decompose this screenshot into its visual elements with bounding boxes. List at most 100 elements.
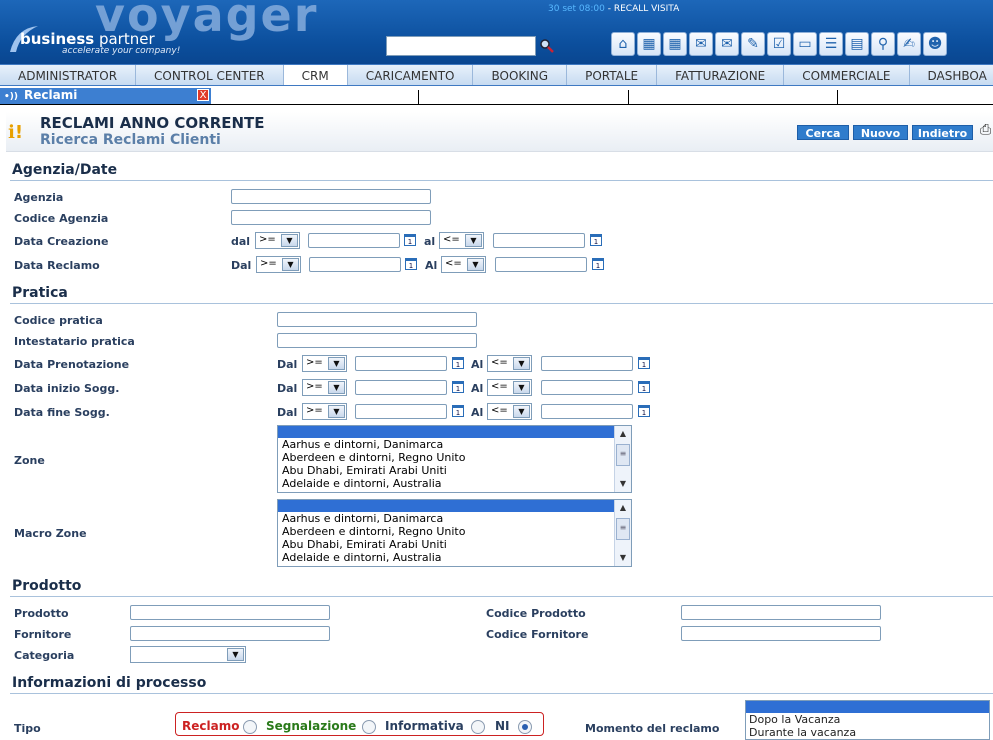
codice-pratica-input[interactable] [277,312,477,327]
data-inizio-to-input[interactable] [541,380,633,395]
data-prenotazione-from-input[interactable] [355,356,447,371]
codice-fornitore-input[interactable] [681,626,881,641]
chevron-down-icon: ▼ [513,405,530,418]
section-divider [10,180,993,181]
nav-fatturazione[interactable]: FATTURAZIONE [657,65,785,85]
listbox-selected-row[interactable] [278,426,631,438]
fornitore-input[interactable] [130,626,330,641]
radio-segnalazione[interactable] [362,720,376,734]
reminder-clock[interactable]: 30 set 08:00 - RECALL VISITA [548,4,679,14]
scroll-down-icon: ▼ [619,479,627,488]
cerca-button[interactable]: Cerca [797,125,849,140]
calendar-icon[interactable]: 1 [638,357,650,369]
data-reclamo-from-input[interactable] [309,257,401,272]
nav-dashboard[interactable]: DASHBOA [910,65,993,85]
calendar-icon[interactable]: 1 [452,405,464,417]
data-inizio-from-input[interactable] [355,380,447,395]
data-prenotazione-to-input[interactable] [541,356,633,371]
printer-icon[interactable]: ⎙ [980,122,993,140]
data-creazione-from-input[interactable] [308,233,400,248]
nav-crm[interactable]: CRM [283,65,348,85]
momento-listbox[interactable]: Dopo la Vacanza Durante la vacanza [745,700,990,740]
nav-booking[interactable]: BOOKING [473,65,568,85]
card-icon[interactable]: ▭ [793,32,817,56]
categoria-select[interactable]: ▼ [130,646,246,663]
chevron-down-icon: ▼ [467,258,484,271]
macro-zone-listbox[interactable]: Aarhus e dintorni, Danimarca Aberdeen e … [277,499,632,567]
tab-label: Reclami [23,88,78,102]
listbox-selected-row[interactable] [746,701,989,713]
scrollbar[interactable]: ▲ ≡ ▼ [614,426,631,492]
radio-label-reclamo: Reclamo [182,719,240,733]
data-reclamo-from-operator[interactable]: >= ▼ [256,256,301,273]
nav-portale[interactable]: PORTALE [567,65,658,85]
data-prenotazione-from-operator[interactable]: >= ▼ [302,355,347,372]
nav-caricamento[interactable]: CARICAMENTO [348,65,474,85]
listbox-selected-row[interactable] [278,500,631,512]
calendar-icon[interactable]: 1 [638,381,650,393]
pen-icon[interactable]: ✎ [741,32,765,56]
search-icon[interactable]: ⚲ [871,32,895,56]
codice-prodotto-input[interactable] [681,605,881,620]
calendar-icon[interactable]: 1 [590,234,602,246]
scroll-up-icon: ▲ [619,503,627,512]
data-fine-from-operator[interactable]: >= ▼ [302,403,347,420]
nav-administrator[interactable]: ADMINISTRATOR [0,65,137,85]
home-icon[interactable]: ⌂ [611,32,635,56]
list-item[interactable]: Abu Dhabi, Emirati Arabi Uniti [278,538,631,551]
checklist-icon[interactable]: ☑ [767,32,791,56]
calendar-icon[interactable]: 1 [638,405,650,417]
tab-close-icon[interactable]: X [197,89,209,101]
data-creazione-to-input[interactable] [493,233,585,248]
list-item[interactable]: Aarhus e dintorni, Danimarca [278,512,631,525]
search-go-icon[interactable] [539,38,555,54]
data-fine-to-input[interactable] [541,404,633,419]
nav-control-center[interactable]: CONTROL CENTER [136,65,284,85]
data-creazione-to-operator[interactable]: <= ▼ [439,232,484,249]
global-search-input[interactable] [386,36,536,56]
data-reclamo-to-operator[interactable]: <= ▼ [441,256,486,273]
calendar-add-icon[interactable]: ▦ [663,32,687,56]
mail-down-icon[interactable]: ✉ [715,32,739,56]
list-item[interactable]: Adelaide e dintorni, Australia [278,477,631,490]
list-icon[interactable]: ☰ [819,32,843,56]
data-inizio-from-operator[interactable]: >= ▼ [302,379,347,396]
data-fine-to-operator[interactable]: <= ▼ [487,403,532,420]
tab-strip: •)) Reclami X [0,88,993,105]
data-reclamo-to-input[interactable] [495,257,587,272]
indietro-button[interactable]: Indietro [912,125,973,140]
data-creazione-from-operator[interactable]: >= ▼ [255,232,300,249]
zone-listbox[interactable]: Aarhus e dintorni, Danimarca Aberdeen e … [277,425,632,493]
radio-reclamo[interactable] [243,720,257,734]
data-fine-from-input[interactable] [355,404,447,419]
radio-ni[interactable] [518,720,532,734]
nav-commerciale[interactable]: COMMERCIALE [784,65,910,85]
list-item[interactable]: Adelaide e dintorni, Australia [278,551,631,564]
data-inizio-to-operator[interactable]: <= ▼ [487,379,532,396]
list-item[interactable]: Aberdeen e dintorni, Regno Unito [278,525,631,538]
calendar-icon[interactable]: ▦ [637,32,661,56]
list-item[interactable]: Dopo la Vacanza [746,713,989,726]
notepad-icon[interactable]: ✍ [897,32,921,56]
calendar-icon[interactable]: 1 [452,357,464,369]
tab-reclami[interactable]: •)) Reclami [0,88,211,104]
list-item[interactable]: Aarhus e dintorni, Danimarca [278,438,631,451]
prodotto-input[interactable] [130,605,330,620]
calendar-icon[interactable]: 1 [592,258,604,270]
calendar-icon[interactable]: 1 [404,234,416,246]
list-item[interactable]: Abu Dhabi, Emirati Arabi Uniti [278,464,631,477]
mail-icon[interactable]: ✉ [689,32,713,56]
data-prenotazione-to-operator[interactable]: <= ▼ [487,355,532,372]
codice-agenzia-input[interactable] [231,210,431,225]
users-icon[interactable]: ☻ [923,32,947,56]
intestatario-input[interactable] [277,333,477,348]
calendar-icon[interactable]: 1 [452,381,464,393]
agenzia-input[interactable] [231,189,431,204]
radio-informativa[interactable] [471,720,485,734]
calendar-icon[interactable]: 1 [405,258,417,270]
list-item[interactable]: Aberdeen e dintorni, Regno Unito [278,451,631,464]
calculator-icon[interactable]: ▤ [845,32,869,56]
nuovo-button[interactable]: Nuovo [853,125,908,140]
operator-value: <= [491,381,508,392]
scrollbar[interactable]: ▲ ≡ ▼ [614,500,631,566]
